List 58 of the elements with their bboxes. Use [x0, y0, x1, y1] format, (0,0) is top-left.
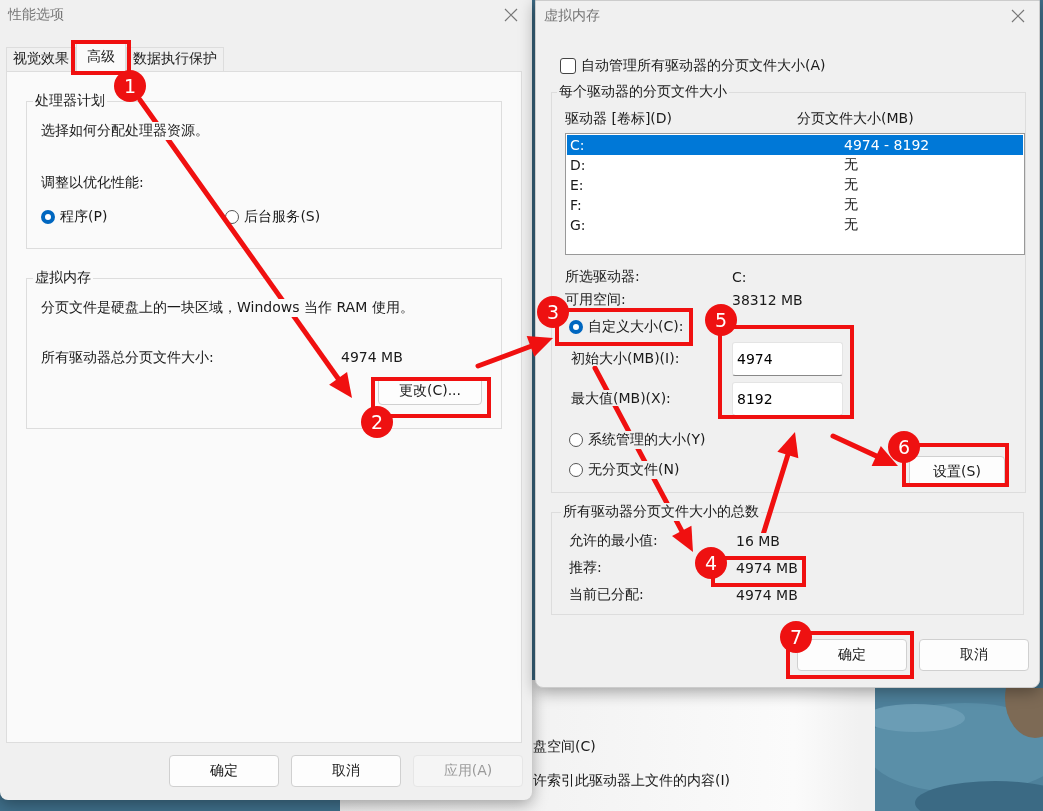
radio-label[interactable]: 系统管理的大小(Y) — [588, 431, 706, 449]
info-value: 16 MB — [736, 532, 780, 549]
radio-button[interactable] — [569, 433, 583, 447]
option-label: 盘空间(C) — [533, 738, 596, 756]
group-title: 所有驱动器分页文件大小的总数 — [561, 503, 761, 521]
radio-label[interactable]: 自定义大小(C): — [588, 318, 684, 336]
drive-name: C: — [570, 137, 586, 153]
radio-label[interactable]: 程序(P) — [60, 208, 108, 226]
drive-size: 无 — [844, 176, 858, 194]
group-title: 每个驱动器的分页文件大小 — [557, 83, 729, 101]
drive-name: D: — [570, 157, 587, 173]
drive-name: F: — [570, 197, 583, 213]
checkbox-label[interactable]: 自动管理所有驱动器的分页文件大小(A) — [581, 57, 826, 75]
info-label: 可用空间: — [565, 290, 626, 309]
checkbox[interactable] — [560, 58, 576, 74]
list-row[interactable]: G: 无 — [567, 215, 1023, 235]
radio-button[interactable] — [569, 463, 583, 477]
tab[interactable]: 视觉效果 — [6, 47, 76, 71]
dialog-button[interactable]: 取消 — [919, 639, 1029, 671]
annotation-arrow — [830, 433, 898, 466]
input-field[interactable]: 4974 — [732, 342, 843, 376]
tab[interactable]: 高级 — [76, 43, 126, 71]
drive-size: 4974 - 8192 — [844, 137, 930, 153]
radio-button[interactable] — [569, 320, 583, 334]
info-label: 允许的最小值: — [569, 531, 658, 550]
field-label: 初始大小(MB)(I): — [571, 350, 680, 366]
group-title: 处理器计划 — [33, 92, 107, 110]
field-label: 最大值(MB)(X): — [571, 390, 671, 406]
group-title: 虚拟内存 — [33, 269, 93, 287]
total-label: 所有驱动器总分页文件大小: — [41, 349, 214, 367]
info-label: 所选驱动器: — [565, 267, 640, 286]
drive-size: 无 — [844, 196, 858, 214]
radio-button[interactable] — [41, 210, 55, 224]
list-row[interactable]: C: 4974 - 8192 — [567, 135, 1023, 155]
list-row[interactable]: D: 无 — [567, 155, 1023, 175]
drive-size: 无 — [844, 216, 858, 234]
input-field[interactable]: 8192 — [732, 382, 843, 416]
tab[interactable]: 数据执行保护 — [126, 47, 224, 71]
column-header: 驱动器 [卷标](D) — [565, 110, 674, 128]
dialog-button[interactable]: 取消 — [291, 755, 401, 787]
close-icon[interactable] — [1011, 9, 1025, 23]
radio-label[interactable]: 后台服务(S) — [244, 208, 321, 226]
list-row[interactable]: E: 无 — [567, 175, 1023, 195]
dialog-button[interactable]: 确定 — [797, 639, 907, 671]
window-title: 虚拟内存 — [544, 7, 600, 25]
dialog-button[interactable]: 确定 — [169, 755, 279, 787]
drive-name: G: — [570, 217, 587, 233]
drive-name: E: — [570, 177, 585, 193]
column-header: 分页文件大小(MB) — [797, 110, 914, 128]
prompt-text: 调整以优化性能: — [41, 174, 144, 192]
window-title: 性能选项 — [8, 6, 64, 24]
list-row[interactable]: F: 无 — [567, 195, 1023, 215]
drive-size: 无 — [844, 156, 858, 174]
radio-label[interactable]: 无分页文件(N) — [588, 461, 680, 479]
close-icon[interactable] — [504, 8, 518, 22]
info-label: 当前已分配: — [569, 585, 644, 604]
info-label: 推荐: — [569, 558, 602, 577]
option-label: 许索引此驱动器上文件的内容(I) — [533, 772, 731, 790]
